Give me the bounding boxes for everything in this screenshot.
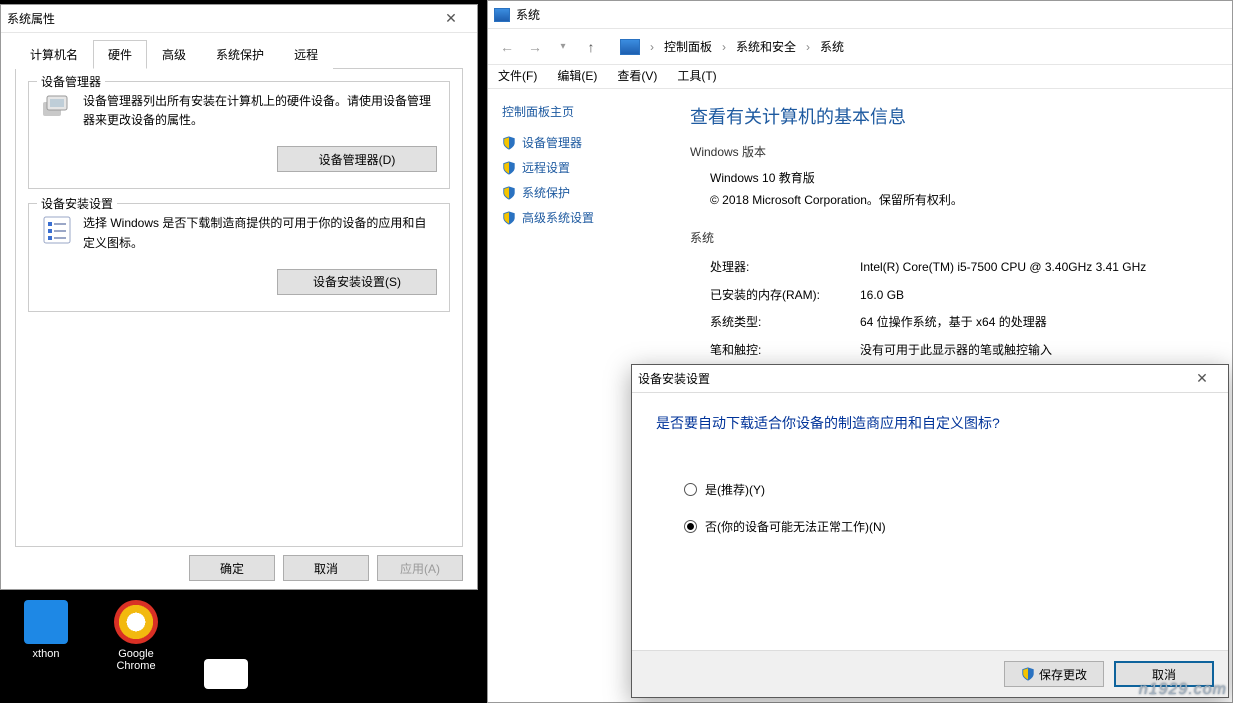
desktop-icon[interactable]: xthon [16,600,76,693]
radio-label: 否(你的设备可能无法正常工作)(N) [705,518,886,535]
dialog-footer: 确定 取消 应用(A) [1,547,477,589]
menu-view[interactable]: 查看(V) [617,67,657,84]
apply-button[interactable]: 应用(A) [377,555,463,581]
chevron-right-icon[interactable]: › [802,40,814,54]
sidebar-item-remote-settings[interactable]: 远程设置 [496,155,672,180]
dialog-body: 是否要自动下载适合你设备的制造商应用和自定义图标? 是(推荐)(Y) 否(你的设… [632,393,1228,650]
group-title: 设备管理器 [37,73,105,90]
breadcrumb[interactable]: 系统 [820,38,844,55]
sidebar-item-system-protection[interactable]: 系统保护 [496,180,672,205]
window-title: 系统 [516,6,540,23]
page-heading: 查看有关计算机的基本信息 [690,103,1222,129]
desktop-icon-label: Google Chrome [106,648,166,672]
chevron-right-icon[interactable]: › [646,40,658,54]
sidebar-item-label: 设备管理器 [522,134,582,151]
shield-icon [502,136,516,150]
shield-icon [1021,667,1035,681]
device-install-settings-button[interactable]: 设备安装设置(S) [277,269,437,295]
shield-icon [502,186,516,200]
watermark: n1929.com [1139,681,1227,699]
tabstrip: 计算机名 硬件 高级 系统保护 远程 [1,33,477,68]
cancel-button[interactable]: 取消 [283,555,369,581]
windows-edition: Windows 10 教育版 [710,168,1222,190]
tab-computer-name[interactable]: 计算机名 [15,40,93,69]
system-icon [494,8,510,22]
sidebar-item-advanced-settings[interactable]: 高级系统设置 [496,205,672,230]
titlebar[interactable]: 设备安装设置 ✕ [632,365,1228,393]
tab-body: 设备管理器 设备管理器列出所有安装在计算机上的硬件设备。请使用设备管理器来更改设… [15,68,463,547]
tab-system-protection[interactable]: 系统保护 [201,40,279,69]
system-properties-dialog: 系统属性 ✕ 计算机名 硬件 高级 系统保护 远程 设备管理器 设备管理器列出所… [0,4,478,590]
up-button[interactable]: ↑ [580,36,602,58]
device-install-settings-dialog: 设备安装设置 ✕ 是否要自动下载适合你设备的制造商应用和自定义图标? 是(推荐)… [631,364,1229,698]
desktop-icon-label: xthon [16,648,76,660]
section-heading: 系统 [690,229,1222,246]
sidebar-heading[interactable]: 控制面板主页 [502,103,672,120]
titlebar[interactable]: 系统 [488,1,1232,29]
sidebar-item-label: 远程设置 [522,159,570,176]
shield-icon [502,161,516,175]
menu-tools[interactable]: 工具(T) [677,67,716,84]
sidebar-item-device-manager[interactable]: 设备管理器 [496,130,672,155]
breadcrumb[interactable]: 控制面板 [664,38,712,55]
sidebar-item-label: 高级系统设置 [522,209,594,226]
spec-row: 处理器:Intel(R) Core(TM) i5-7500 CPU @ 3.40… [710,254,1222,282]
radio-icon [684,483,697,496]
device-manager-button[interactable]: 设备管理器(D) [277,146,437,172]
radio-option-no[interactable]: 否(你的设备可能无法正常工作)(N) [684,518,1204,535]
device-manager-icon [41,92,73,124]
menu-bar: 文件(F) 编辑(E) 查看(V) 工具(T) [488,65,1232,89]
tab-remote[interactable]: 远程 [279,40,333,69]
address-bar: ← → ▾ ↑ › 控制面板 › 系统和安全 › 系统 [488,29,1232,65]
ok-button[interactable]: 确定 [189,555,275,581]
save-changes-button[interactable]: 保存更改 [1004,661,1104,687]
desktop-icon[interactable] [286,659,346,693]
device-manager-group: 设备管理器 设备管理器列出所有安装在计算机上的硬件设备。请使用设备管理器来更改设… [28,81,450,189]
back-button[interactable]: ← [496,36,518,58]
close-icon[interactable]: ✕ [1182,370,1222,387]
desktop-icon[interactable]: Google Chrome [106,600,166,693]
menu-file[interactable]: 文件(F) [498,67,537,84]
desktop-area: xthon Google Chrome [0,590,487,703]
forward-button[interactable]: → [524,36,546,58]
history-dropdown[interactable]: ▾ [552,36,574,58]
group-title: 设备安装设置 [37,195,117,212]
section-heading: Windows 版本 [690,143,1222,160]
windows-copyright: © 2018 Microsoft Corporation。保留所有权利。 [710,190,1222,212]
breadcrumb[interactable]: 系统和安全 [736,38,796,55]
control-panel-icon [620,39,640,55]
tab-advanced[interactable]: 高级 [147,40,201,69]
spec-row: 已安装的内存(RAM):16.0 GB [710,282,1222,310]
menu-edit[interactable]: 编辑(E) [557,67,597,84]
close-icon[interactable]: ✕ [431,10,471,27]
dialog-question: 是否要自动下载适合你设备的制造商应用和自定义图标? [656,413,1204,433]
chevron-right-icon[interactable]: › [718,40,730,54]
spec-row: 系统类型:64 位操作系统，基于 x64 的处理器 [710,309,1222,337]
settings-list-icon [41,214,73,246]
radio-icon [684,520,697,533]
tab-hardware[interactable]: 硬件 [93,40,147,69]
dialog-title: 系统属性 [7,10,55,27]
sidebar-item-label: 系统保护 [522,184,570,201]
spec-row: 笔和触控:没有可用于此显示器的笔或触控输入 [710,337,1222,365]
dialog-title: 设备安装设置 [638,370,710,387]
device-install-group: 设备安装设置 选择 Windows 是否下载制造商提供的可用于你的设备的应用和自… [28,203,450,311]
radio-option-yes[interactable]: 是(推荐)(Y) [684,481,1204,498]
shield-icon [502,211,516,225]
group-description: 设备管理器列出所有安装在计算机上的硬件设备。请使用设备管理器来更改设备的属性。 [83,92,437,130]
desktop-icon[interactable] [196,659,256,693]
titlebar[interactable]: 系统属性 ✕ [1,5,477,33]
group-description: 选择 Windows 是否下载制造商提供的可用于你的设备的应用和自定义图标。 [83,214,437,252]
radio-label: 是(推荐)(Y) [705,481,765,498]
